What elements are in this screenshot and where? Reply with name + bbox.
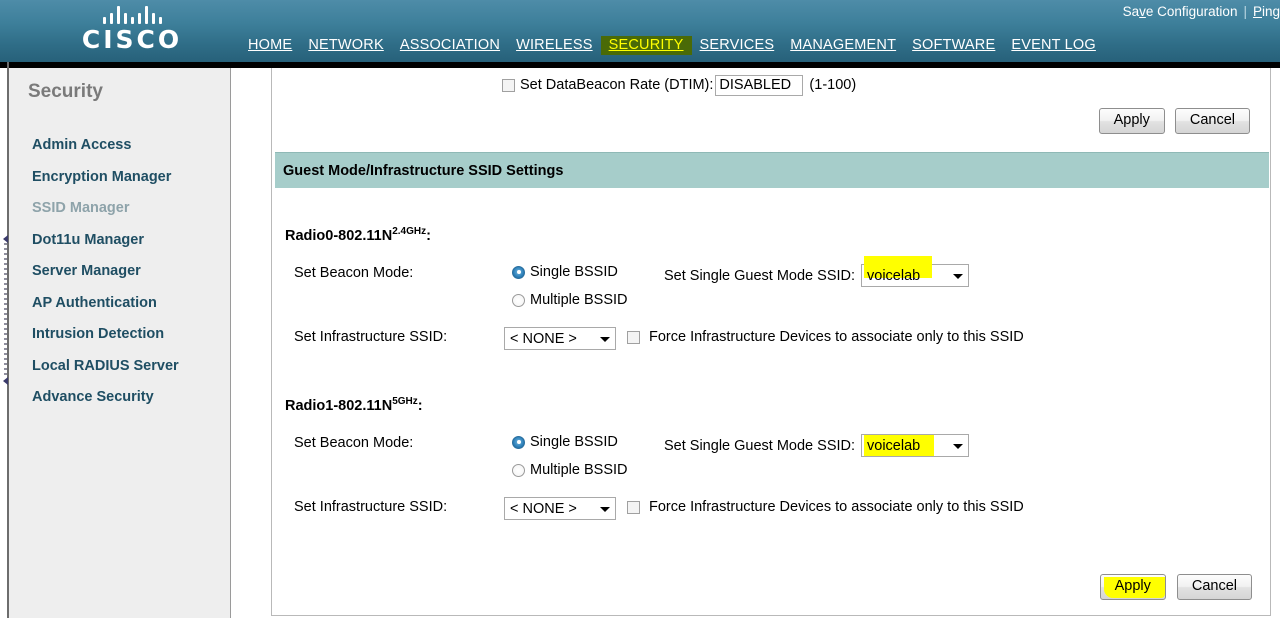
radio0-beacon-mode-label: Set Beacon Mode: <box>294 265 414 281</box>
nav-item-network[interactable]: NETWORK <box>300 36 392 55</box>
nav-item-wireless[interactable]: WIRELESS <box>508 36 601 55</box>
apply-button-top[interactable]: Apply <box>1098 108 1165 134</box>
radio1-infra-ssid-value: < NONE > <box>510 500 577 517</box>
dtim-label: Set DataBeacon Rate (DTIM): <box>520 77 714 93</box>
radio1-force-infra-checkbox[interactable] <box>627 500 640 514</box>
radio1-infra-row: Set Infrastructure SSID: < NONE > Force … <box>272 496 1270 522</box>
radio0-multiple-bssid-radio[interactable] <box>512 293 525 307</box>
sidebar-list: Admin Access Encryption Manager SSID Man… <box>32 130 232 414</box>
radio1-guest-ssid-label: Set Single Guest Mode SSID: <box>664 437 856 454</box>
radio0-guest-ssid-select[interactable]: voicelab <box>861 256 970 287</box>
radio0-force-infra-label: Force Infrastructure Devices to associat… <box>649 329 1024 345</box>
radio1-single-bssid-option[interactable]: Single BSSID <box>512 434 618 450</box>
grip-dots-icon <box>4 243 7 377</box>
cancel-button-top[interactable]: Cancel <box>1174 108 1250 134</box>
radio0-infra-ssid-label: Set Infrastructure SSID: <box>294 329 448 345</box>
radio0-single-bssid-option[interactable]: Single BSSID <box>512 264 618 280</box>
cisco-logo: CISCO <box>68 5 196 57</box>
chevron-down-icon <box>953 443 964 449</box>
sidebar-item-intrusion-detection[interactable]: Intrusion Detection <box>32 319 232 351</box>
apply-button-bottom[interactable]: Apply <box>1099 574 1166 600</box>
radio0-heading: Radio0-802.11N2.4GHz: <box>285 226 431 244</box>
nav-item-services[interactable]: SERVICES <box>692 36 783 55</box>
sidebar-item-advance-security[interactable]: Advance Security <box>32 382 232 414</box>
dtim-range-hint: (1-100) <box>809 77 857 93</box>
chevron-down-icon <box>600 506 610 512</box>
nav-item-security[interactable]: SECURITY <box>600 36 692 55</box>
sidebar-item-ssid-manager[interactable]: SSID Manager <box>32 193 232 225</box>
nav-item-event-log[interactable]: EVENT LOG <box>1003 36 1104 55</box>
content-panel: Set DataBeacon Rate (DTIM): DISABLED (1-… <box>271 68 1271 616</box>
nav-item-management[interactable]: MANAGEMENT <box>782 36 904 55</box>
radio1-multiple-bssid-label: Multiple BSSID <box>530 462 628 478</box>
radio1-multi-row: Multiple BSSID <box>272 460 1270 486</box>
section-header-label: Guest Mode/Infrastructure SSID Settings <box>283 162 564 179</box>
section-header: Guest Mode/Infrastructure SSID Settings <box>275 152 1269 188</box>
main-navigation: HOME NETWORK ASSOCIATION WIRELESS SECURI… <box>240 36 1104 55</box>
cisco-logo-text: CISCO <box>81 25 183 54</box>
sidebar-item-dot11u-manager[interactable]: Dot11u Manager <box>32 225 232 257</box>
nav-item-software[interactable]: SOFTWARE <box>904 36 1003 55</box>
top-banner: CISCO Save Configuration | Ping HOME NETWO… <box>0 0 1280 62</box>
bottom-button-row: Apply Cancel <box>1099 574 1252 600</box>
radio1-beacon-row: Set Beacon Mode: Single BSSID Set Single… <box>272 432 1270 458</box>
utility-links: Save Configuration | Ping <box>1123 4 1280 19</box>
radio1-multiple-bssid-radio[interactable] <box>512 463 525 477</box>
collapse-arrow-down-icon <box>3 377 8 385</box>
radio0-beacon-row: Set Beacon Mode: Single BSSID Set Single… <box>272 256 1270 288</box>
radio1-single-bssid-label: Single BSSID <box>530 434 618 450</box>
radio1-guest-ssid-group: Set Single Guest Mode SSID: voicelab <box>664 434 970 457</box>
collapse-arrow-up-icon <box>3 235 8 243</box>
radio0-single-bssid-radio[interactable] <box>512 265 525 279</box>
sidebar-title: Security <box>28 81 103 102</box>
radio0-infra-ssid-value: < NONE > <box>510 330 577 347</box>
ping-link[interactable]: Ping <box>1253 4 1280 19</box>
radio0-multiple-bssid-label: Multiple BSSID <box>530 292 628 308</box>
radio0-infra-ssid-select[interactable]: < NONE > <box>504 327 616 350</box>
radio0-single-bssid-label: Single BSSID <box>530 264 618 280</box>
cisco-bars-icon <box>68 5 196 24</box>
radio0-force-infra-group[interactable]: Force Infrastructure Devices to associat… <box>627 329 1024 345</box>
radio0-guest-ssid-value: voicelab <box>867 267 921 284</box>
radio0-force-infra-checkbox[interactable] <box>627 330 640 344</box>
sidebar-item-server-manager[interactable]: Server Manager <box>32 256 232 288</box>
radio1-multiple-bssid-option[interactable]: Multiple BSSID <box>512 462 628 478</box>
dtim-checkbox[interactable] <box>502 78 515 92</box>
radio1-force-infra-label: Force Infrastructure Devices to associat… <box>649 499 1024 515</box>
radio0-guest-ssid-label: Set Single Guest Mode SSID: <box>664 267 856 284</box>
nav-item-association[interactable]: ASSOCIATION <box>392 36 508 55</box>
radio0-multiple-bssid-option[interactable]: Multiple BSSID <box>512 292 628 308</box>
cancel-button-bottom[interactable]: Cancel <box>1176 574 1252 600</box>
sidebar-item-encryption-manager[interactable]: Encryption Manager <box>32 162 232 194</box>
radio0-infra-row: Set Infrastructure SSID: < NONE > Force … <box>272 326 1270 352</box>
sidebar-item-local-radius-server[interactable]: Local RADIUS Server <box>32 351 232 383</box>
radio1-guest-ssid-value: voicelab <box>867 437 921 454</box>
top-button-row: Apply Cancel <box>1098 108 1250 134</box>
radio1-heading: Radio1-802.11N5GHz: <box>285 396 423 414</box>
radio1-guest-ssid-select[interactable]: voicelab <box>861 434 970 457</box>
dtim-row: Set DataBeacon Rate (DTIM): DISABLED (1-… <box>272 72 1270 98</box>
util-separator: | <box>1243 4 1247 19</box>
radio1-force-infra-group[interactable]: Force Infrastructure Devices to associat… <box>627 499 1024 515</box>
dtim-input[interactable]: DISABLED <box>715 74 804 96</box>
radio1-infra-ssid-select[interactable]: < NONE > <box>504 497 616 520</box>
radio1-beacon-mode-label: Set Beacon Mode: <box>294 435 414 451</box>
sidebar: Security Admin Access Encryption Manager… <box>9 68 231 618</box>
radio1-single-bssid-radio[interactable] <box>512 435 525 449</box>
splitter-grip-handle[interactable] <box>2 235 9 385</box>
radio0-guest-ssid-group: Set Single Guest Mode SSID: voicelab <box>664 256 970 287</box>
sidebar-item-admin-access[interactable]: Admin Access <box>32 130 232 162</box>
chevron-down-icon <box>600 336 610 342</box>
radio0-multi-row: Multiple BSSID <box>272 290 1270 316</box>
radio1-infra-ssid-label: Set Infrastructure SSID: <box>294 499 448 515</box>
save-configuration-link[interactable]: Save Configuration <box>1123 4 1238 19</box>
nav-item-home[interactable]: HOME <box>240 36 300 55</box>
sidebar-item-ap-authentication[interactable]: AP Authentication <box>32 288 232 320</box>
chevron-down-icon <box>953 273 964 279</box>
